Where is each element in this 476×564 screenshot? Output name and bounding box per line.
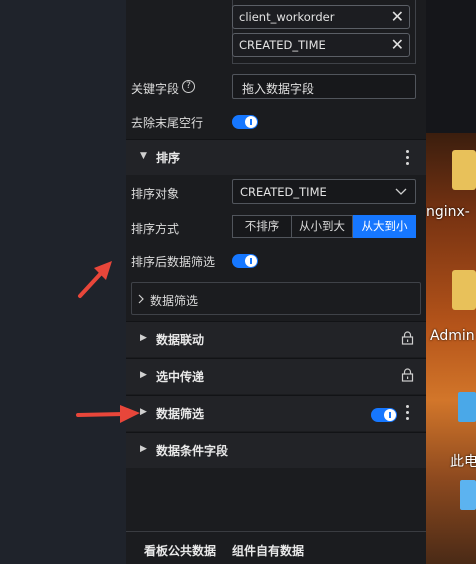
annotation-arrow: [76, 405, 140, 423]
sort-option-none[interactable]: 不排序: [232, 215, 292, 238]
key-field-label: 关键字段: [131, 82, 180, 96]
desktop-icon-label[interactable]: 此电: [450, 451, 476, 471]
sort-target-label: 排序对象: [131, 187, 180, 201]
filter-after-sort-toggle[interactable]: [232, 254, 258, 268]
field-tag-created-time: CREATED_TIME ✕: [232, 33, 410, 57]
sort-option-desc[interactable]: 从大到小: [353, 215, 416, 238]
caret-down-icon: ▼: [140, 151, 147, 161]
trim-empty-rows-toggle[interactable]: [232, 115, 258, 129]
field-tag-label: CREATED_TIME: [239, 38, 326, 52]
caret-right-icon: ▶: [140, 370, 147, 380]
computer-icon[interactable]: [458, 392, 476, 422]
chevron-down-icon: [395, 188, 407, 195]
section-title: 选中传递: [156, 370, 205, 384]
section-selection-pass[interactable]: ▶ 选中传递: [126, 358, 426, 394]
remove-tag-icon[interactable]: ✕: [391, 7, 404, 27]
key-field-dropzone[interactable]: 拖入数据字段: [232, 74, 416, 99]
sort-target-value: CREATED_TIME: [240, 185, 327, 199]
sort-section-header[interactable]: ▼ 排序: [126, 139, 426, 175]
desktop-icon-label[interactable]: Admin: [430, 328, 475, 344]
section-data-linkage[interactable]: ▶ 数据联动: [126, 321, 426, 357]
field-tag-label: client_workorder: [239, 10, 335, 24]
data-filter-row[interactable]: 数据筛选: [131, 282, 421, 315]
caret-right-icon: ▶: [140, 444, 147, 454]
folder-icon[interactable]: [452, 270, 476, 310]
bottom-divider: [126, 531, 426, 532]
folder-icon[interactable]: [452, 150, 476, 190]
more-options-icon[interactable]: [406, 405, 410, 423]
desktop-icon-label[interactable]: nginx-: [426, 204, 470, 220]
desktop-background: [426, 0, 476, 564]
section-data-condition-fields[interactable]: ▶ 数据条件字段: [126, 432, 426, 468]
annotation-arrow: [78, 261, 112, 298]
trim-empty-rows-label: 去除末尾空行: [131, 116, 204, 130]
tab-component-own-data[interactable]: 组件自有数据: [232, 542, 304, 559]
sort-option-asc[interactable]: 从小到大: [291, 215, 353, 238]
section-title: 数据筛选: [156, 407, 205, 421]
tab-board-public-data[interactable]: 看板公共数据: [144, 542, 216, 559]
section-title: 数据联动: [156, 333, 205, 347]
field-tag-client-workorder: client_workorder ✕: [232, 5, 410, 29]
caret-right-icon: ▶: [140, 333, 147, 343]
chevron-right-icon: [138, 294, 144, 304]
lock-icon[interactable]: [401, 331, 414, 345]
sort-section-title: 排序: [156, 151, 181, 165]
filter-after-sort-label: 排序后数据筛选: [131, 255, 216, 269]
key-field-placeholder: 拖入数据字段: [242, 82, 315, 96]
remove-tag-icon[interactable]: ✕: [391, 35, 404, 55]
data-filter-row-label: 数据筛选: [150, 294, 199, 308]
sort-target-select[interactable]: CREATED_TIME: [232, 179, 416, 204]
section-title: 数据条件字段: [156, 444, 229, 458]
data-filter-section-toggle[interactable]: [371, 408, 397, 422]
help-icon[interactable]: ?: [182, 80, 195, 93]
more-options-icon[interactable]: [406, 150, 410, 168]
sort-method-label: 排序方式: [131, 222, 180, 236]
lock-icon[interactable]: [401, 368, 414, 382]
network-icon[interactable]: [460, 480, 476, 510]
